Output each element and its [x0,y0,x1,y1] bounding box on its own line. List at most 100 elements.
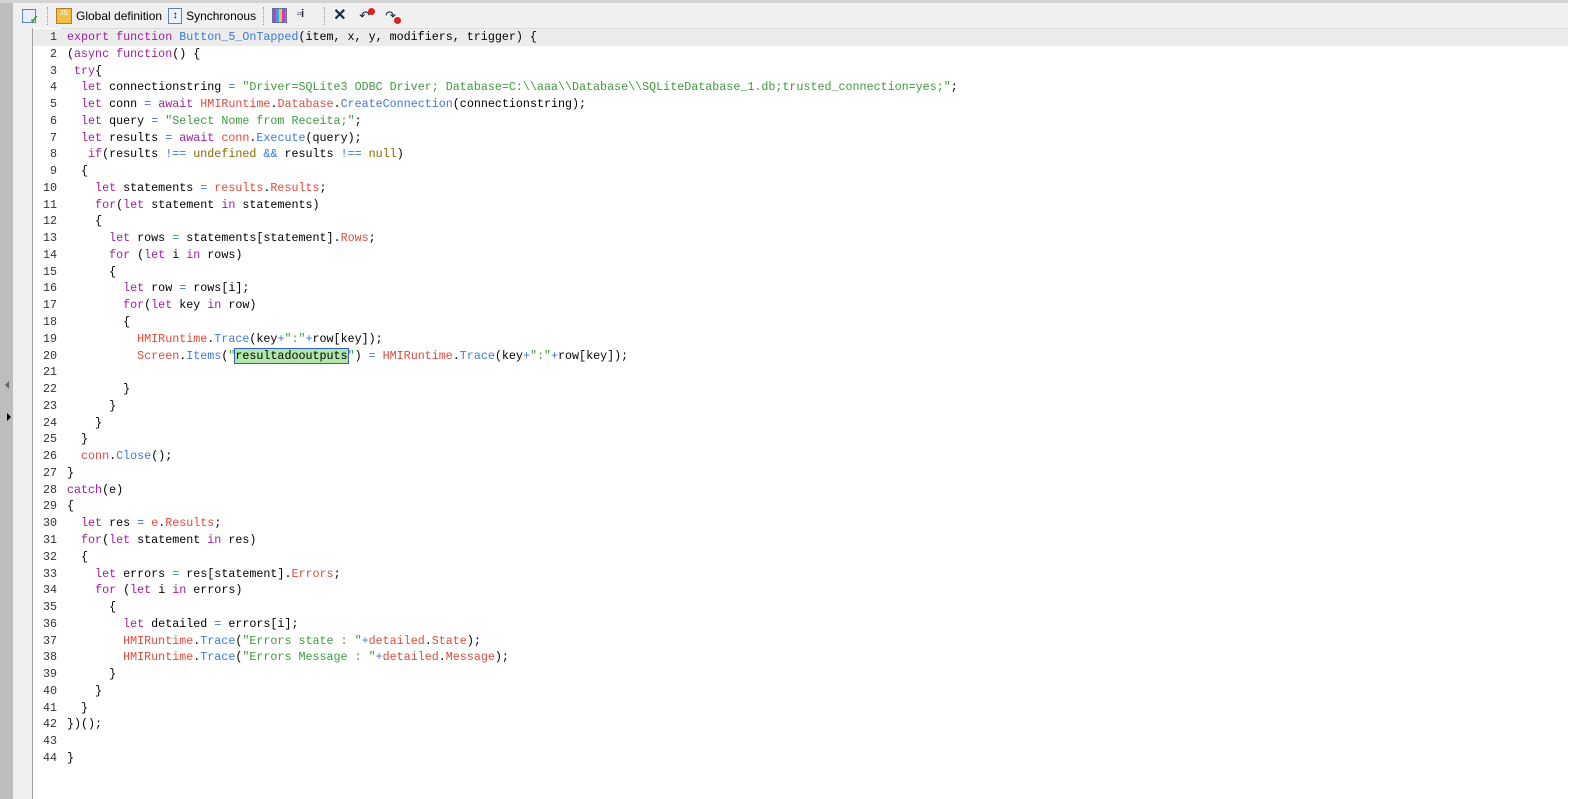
code-line[interactable]: 43 [33,733,1568,750]
code-token: = [165,130,180,145]
code-line[interactable]: 30 let res = e.Results; [33,515,1568,532]
remove-all-breakpoints-button[interactable]: ↷ [382,5,408,27]
code-token: = [151,113,166,128]
code-line[interactable]: 28 catch(e) [33,482,1568,499]
code-line[interactable]: 7 let results = await conn.Execute(query… [33,130,1568,147]
code-line[interactable]: 40 } [33,683,1568,700]
code-line[interactable]: 16 let row = rows[i]; [33,280,1568,297]
code-line[interactable]: 31 for(let statement in res) [33,532,1568,549]
code-line[interactable]: 23 } [33,398,1568,415]
code-line[interactable]: 17 for(let key in row) [33,297,1568,314]
remove-all-breakpoints-icon: ↷ [385,8,402,24]
global-definition-button[interactable]: JS Global definition [53,5,165,27]
code-line[interactable]: 34 for (let i in errors) [33,582,1568,599]
code-line[interactable]: 10 let statements = results.Results; [33,180,1568,197]
code-line[interactable]: 38 HMIRuntime.Trace("Errors Message : "+… [33,649,1568,666]
code-line[interactable]: 33 let errors = res[statement].Errors; [33,566,1568,583]
left-splitter[interactable] [0,3,13,799]
code-token: { [67,264,117,279]
line-number: 25 [42,432,57,447]
code-token: conn [221,130,250,145]
line-text: let row = rows[i]; [67,280,249,297]
code-editor[interactable]: 1 export function Button_5_OnTapped(item,… [33,29,1568,767]
code-token: res) [228,532,257,547]
code-token: i [158,583,173,598]
line-text: let errors = res[statement].Errors; [67,566,341,583]
code-line[interactable]: 26 conn.Close(); [33,448,1568,465]
line-number: 28 [42,482,57,497]
code-line[interactable]: 11 for(let statement in statements) [33,197,1568,214]
snippets-button[interactable] [269,5,294,27]
code-token: results [284,147,341,162]
line-text: { [67,498,74,515]
code-token: results [109,130,166,145]
code-token: (query); [305,130,362,145]
line-text: catch(e) [67,482,123,499]
code-line[interactable]: 41 } [33,700,1568,717]
remove-breakpoint-button[interactable]: ↶ [356,5,382,27]
code-token: res[statement]. [186,566,292,581]
code-line[interactable]: 36 let detailed = errors[i]; [33,616,1568,633]
line-text: HMIRuntime.Trace(key+":"+row[key]); [67,331,383,348]
code-line[interactable]: 3 try{ [33,63,1568,80]
code-line[interactable]: 2 (async function() { [33,46,1568,63]
code-line[interactable]: 5 let conn = await HMIRuntime.Database.C… [33,96,1568,113]
code-token: statements [123,180,201,195]
code-token: Trace [214,331,250,346]
code-line[interactable]: 25 } [33,431,1568,448]
delete-button[interactable]: ✕ [330,5,356,27]
code-line[interactable]: 15 { [33,264,1568,281]
code-line[interactable]: 37 HMIRuntime.Trace("Errors state : "+de… [33,633,1568,650]
code-line[interactable]: 6 let query = "Select Nome from Receita;… [33,113,1568,130]
check-syntax-button[interactable]: ✓ [19,5,43,27]
code-token: async function [74,46,173,61]
js-global-definition-icon: JS [56,7,72,24]
code-line[interactable]: 13 let rows = statements[statement].Rows… [33,230,1568,247]
code-line[interactable]: 29 { [33,498,1568,515]
code-line[interactable]: 22 } [33,381,1568,398]
code-token: = [172,231,187,246]
code-token: { [67,315,131,330]
code-line[interactable]: 20 Screen.Items("resultadooutputs") = HM… [33,347,1568,365]
code-token: Screen [67,348,180,363]
expand-arrow-icon[interactable] [7,413,11,421]
code-line[interactable]: 32 { [33,549,1568,566]
line-number: 24 [42,415,57,430]
code-line[interactable]: 35 { [33,599,1568,616]
code-line[interactable]: 1 export function Button_5_OnTapped(item,… [33,29,1568,46]
code-line[interactable]: 8 if(results !== undefined && results !=… [33,146,1568,163]
code-line[interactable]: 39 } [33,666,1568,683]
code-line[interactable]: 9 { [33,163,1568,180]
code-line[interactable]: 4 let connectionstring = "Driver=SQLite3… [33,79,1568,96]
code-line[interactable]: 42})(); [33,716,1568,733]
code-token: statements) [242,197,320,212]
line-number: 7 [49,130,57,145]
code-line[interactable]: 27} [33,465,1568,482]
line-text: } [67,465,74,482]
code-token: query [109,113,152,128]
info-button[interactable]: ▫i [294,5,320,27]
code-line[interactable]: 12 { [33,213,1568,230]
code-line[interactable]: 18 { [33,314,1568,331]
collapse-arrow-icon[interactable] [5,381,9,389]
code-line[interactable]: 24 } [33,415,1568,432]
code-token: ; [214,516,222,531]
code-line[interactable]: 21 [33,364,1568,381]
global-definition-label: Global definition [76,8,163,23]
code-line[interactable]: 44} [33,750,1568,767]
code-token: let [123,197,152,212]
line-text: let res = e.Results; [67,515,221,532]
line-text: let rows = statements[statement].Rows; [67,230,376,247]
script-editor-toolbar: ✓ JS Global definition ↕ Synchronous ▫i … [13,3,1568,29]
code-token: await [158,97,201,112]
code-token: statements[statement]. [186,231,341,246]
code-token: Execute [256,130,306,145]
code-token: HMIRuntime [67,633,194,648]
code-token: (); [151,449,173,464]
synchronous-button[interactable]: ↕ Synchronous [165,5,259,27]
code-line[interactable]: 14 for (let i in rows) [33,247,1568,264]
code-token: = [144,97,159,112]
line-text: { [67,264,116,281]
code-line[interactable]: 19 HMIRuntime.Trace(key+":"+row[key]); [33,331,1568,348]
code-token: ; [368,231,376,246]
